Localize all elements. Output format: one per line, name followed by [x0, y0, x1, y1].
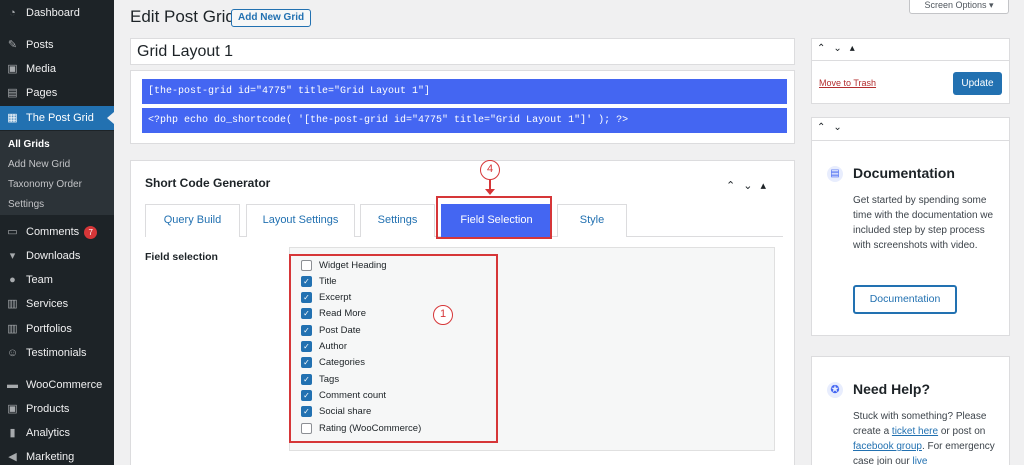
- annotation-highlight-tab: [436, 196, 552, 239]
- documentation-button[interactable]: Documentation: [853, 285, 957, 314]
- chevron-down-icon[interactable]: ⌄: [833, 43, 849, 54]
- documentation-box-controls[interactable]: ⌃⌄: [817, 122, 850, 133]
- download-icon: ▾: [9, 249, 16, 262]
- submenu-all-grids[interactable]: All Grids: [8, 139, 50, 150]
- field-selection-label: Field selection: [145, 251, 218, 263]
- analytics-icon: ▮: [9, 426, 16, 439]
- move-to-trash-link[interactable]: Move to Trash: [819, 78, 876, 88]
- sidebar-item-services[interactable]: ▥ Services: [0, 292, 114, 316]
- divider: [812, 140, 1009, 141]
- chevron-up-icon[interactable]: ⌃: [726, 180, 743, 192]
- tab-query-build[interactable]: Query Build: [145, 204, 240, 237]
- annotation-step-1: 1: [433, 305, 453, 325]
- grid-icon: ▦: [7, 111, 18, 124]
- team-icon: ●: [9, 273, 16, 286]
- publish-box-controls[interactable]: ⌃⌄▴: [812, 39, 1009, 61]
- documentation-box: ⌃⌄ ▤ Documentation Get started by spendi…: [811, 117, 1010, 336]
- products-icon: ▣: [7, 402, 18, 415]
- chevron-up-icon[interactable]: ⌃: [817, 122, 833, 133]
- sidebar-item-portfolios[interactable]: ▥ Portfolios: [0, 317, 114, 341]
- shortcode-line[interactable]: [the-post-grid id="4775" title="Grid Lay…: [142, 79, 787, 104]
- media-icon: ▣: [7, 62, 18, 75]
- page-icon: ▤: [7, 86, 18, 99]
- chevron-down-icon[interactable]: ⌄: [833, 122, 849, 133]
- document-icon: ▤: [827, 166, 843, 182]
- post-grid-submenu: All Grids Add New Grid Taxonomy Order Se…: [0, 131, 114, 215]
- tab-style[interactable]: Style: [557, 204, 627, 237]
- triangle-up-icon[interactable]: ▴: [760, 180, 774, 192]
- generator-title: Short Code Generator: [145, 176, 271, 190]
- sidebar-item-dashboard[interactable]: ◔ Dashboard: [0, 1, 114, 25]
- tab-layout-settings[interactable]: Layout Settings: [246, 204, 355, 237]
- page-title: Edit Post Grid: [130, 7, 235, 26]
- admin-sidebar: ◔ Dashboard ✎ Posts ▣ Media ▤ Pages ▦ The Pos…: [0, 0, 114, 465]
- sidebar-item-team[interactable]: ● Team: [0, 268, 114, 292]
- comment-icon: ▭: [7, 225, 18, 238]
- annotation-step-4: 4: [480, 160, 500, 180]
- need-help-box: ✪ Need Help? Stuck with something? Pleas…: [811, 356, 1010, 465]
- triangle-up-icon[interactable]: ▴: [850, 43, 863, 54]
- help-text: Stuck with something? Please create a ti…: [853, 411, 995, 465]
- panel-controls[interactable]: ⌃⌄▴: [726, 179, 774, 192]
- sidebar-item-products[interactable]: ▣ Products: [0, 397, 114, 421]
- marketing-icon: ◀: [8, 450, 17, 463]
- pin-icon: ✎: [7, 38, 18, 51]
- sidebar-item-testimonials[interactable]: ☺ Testimonials: [0, 341, 114, 365]
- sidebar-item-analytics[interactable]: ▮ Analytics: [0, 421, 114, 445]
- sidebar-item-downloads[interactable]: ▾ Downloads: [0, 244, 114, 268]
- update-button[interactable]: Update: [953, 72, 1002, 95]
- sidebar-item-marketing[interactable]: ◀ Marketing: [0, 445, 114, 465]
- woo-icon: ▬: [7, 378, 18, 391]
- dashboard-icon: ◔: [9, 6, 16, 19]
- comments-count-badge: 7: [84, 225, 98, 239]
- annotation-highlight-fields: [289, 254, 498, 443]
- documentation-text: Get started by spending some time with t…: [853, 195, 994, 251]
- services-icon: ▥: [7, 297, 18, 310]
- portfolio-icon: ▥: [7, 322, 18, 335]
- submenu-taxonomy-order[interactable]: Taxonomy Order: [8, 179, 82, 190]
- submenu-add-new-grid[interactable]: Add New Grid: [8, 159, 70, 170]
- sidebar-item-pages[interactable]: ▤ Pages: [0, 81, 114, 105]
- php-shortcode-line[interactable]: <?php echo do_shortcode( '[the-post-grid…: [142, 108, 787, 133]
- facebook-group-link[interactable]: facebook group: [853, 441, 922, 452]
- chevron-up-icon[interactable]: ⌃: [817, 43, 833, 54]
- sidebar-item-woocommerce[interactable]: ▬ WooCommerce: [0, 373, 114, 397]
- add-new-grid-button[interactable]: Add New Grid: [231, 9, 312, 27]
- sidebar-item-media[interactable]: ▣ Media: [0, 57, 114, 81]
- live-link[interactable]: live: [912, 456, 927, 465]
- ticket-link[interactable]: ticket here: [892, 426, 938, 437]
- sidebar-item-the-post-grid[interactable]: ▦ The Post Grid: [0, 106, 114, 130]
- screen-options-button[interactable]: Screen Options ▾: [909, 0, 1009, 14]
- sidebar-item-comments[interactable]: ▭ Comments 7: [0, 220, 114, 244]
- grid-title-input[interactable]: Grid Layout 1: [130, 38, 795, 65]
- shortcode-box: [the-post-grid id="4775" title="Grid Lay…: [130, 70, 795, 144]
- documentation-title: Documentation: [853, 165, 955, 181]
- tab-settings[interactable]: Settings: [360, 204, 435, 237]
- chevron-down-icon[interactable]: ⌄: [743, 180, 760, 192]
- arrow-down-icon: [485, 189, 495, 195]
- help-title: Need Help?: [853, 381, 931, 397]
- publish-box: ⌃⌄▴ Move to Trash Update: [811, 38, 1010, 104]
- testimonial-icon: ☺: [6, 346, 19, 359]
- submenu-settings[interactable]: Settings: [8, 199, 44, 210]
- sidebar-item-posts[interactable]: ✎ Posts: [0, 33, 114, 57]
- help-lifebuoy-icon: ✪: [827, 382, 843, 398]
